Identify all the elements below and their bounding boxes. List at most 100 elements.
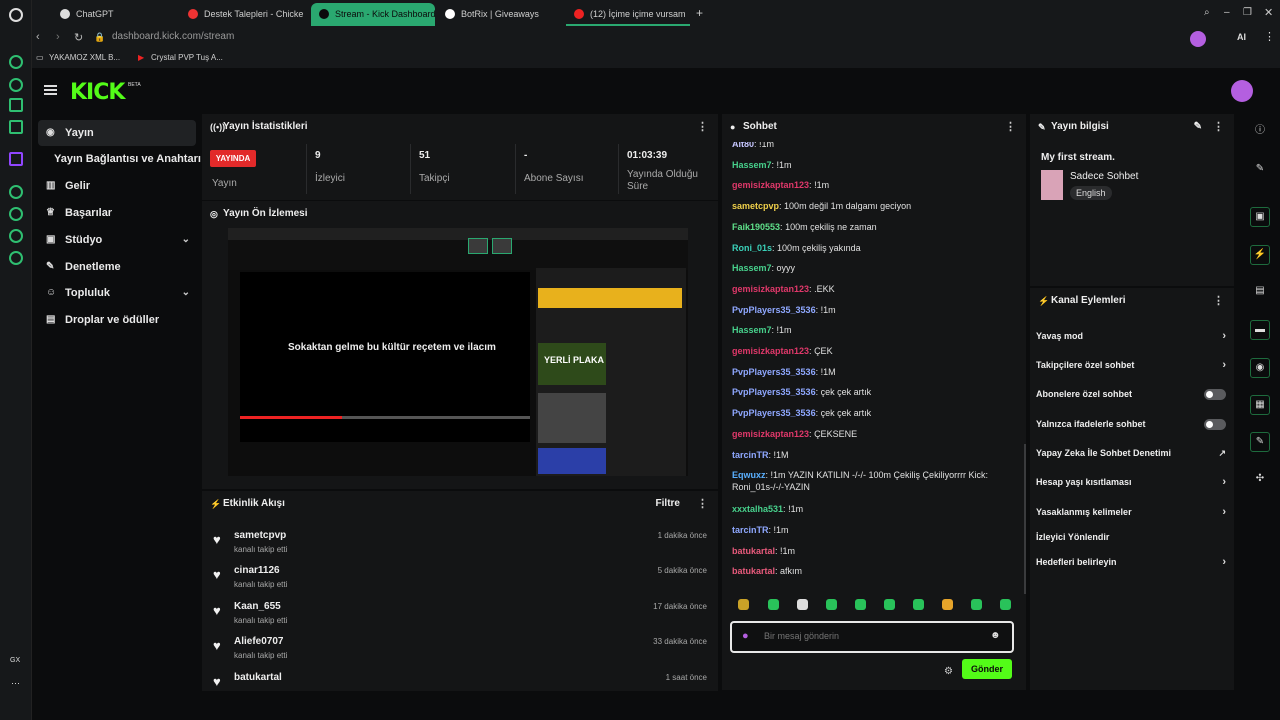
emote-icon[interactable]: [942, 599, 953, 610]
chat-username[interactable]: PvpPlayers35_3536: [732, 305, 816, 315]
emote-icon[interactable]: [884, 599, 895, 610]
emote-icon[interactable]: [913, 599, 924, 610]
minimize-icon[interactable]: –: [1224, 7, 1230, 18]
chat-username[interactable]: Hassem7: [732, 160, 772, 170]
chat-username[interactable]: gemisizkaptan123: [732, 346, 809, 356]
emote-icon[interactable]: [768, 599, 779, 610]
action-account-age[interactable]: Hesap yaşı kısıtlaması ›: [1036, 470, 1228, 494]
bookmark-crystal[interactable]: Crystal PVP Tuş A...: [151, 53, 223, 62]
kebab-menu-icon[interactable]: ⋮: [697, 491, 708, 517]
profile-avatar[interactable]: [1190, 31, 1206, 47]
preview-overlay-button[interactable]: [468, 238, 488, 254]
play-sidebar-icon[interactable]: [9, 185, 23, 199]
pencil-icon[interactable]: ✎: [1250, 160, 1270, 180]
info-icon[interactable]: ⓘ: [1250, 122, 1270, 142]
search-icon[interactable]: ⌕: [1204, 7, 1210, 18]
chat-username[interactable]: Ait80: [732, 142, 754, 149]
chat-username[interactable]: batukartal: [732, 566, 775, 576]
twitch-sidebar-icon[interactable]: [9, 152, 23, 166]
nav-item-basarilar[interactable]: ♕ Başarılar: [38, 200, 196, 226]
chat-username[interactable]: xxxtalha531: [732, 504, 783, 514]
music-sidebar-icon[interactable]: [9, 120, 23, 134]
chat-username[interactable]: Hassem7: [732, 325, 772, 335]
app-sidebar-icon[interactable]: [9, 98, 23, 112]
chat-username[interactable]: PvpPlayers35_3536: [732, 367, 816, 377]
nav-item-topluluk[interactable]: ☺ Topluluk ⌄: [38, 280, 196, 306]
tab-youtube[interactable]: (12) İçime içime vursam: [566, 3, 690, 26]
chat-username[interactable]: tarcinTR: [732, 450, 769, 460]
chatgpt-sidebar-icon[interactable]: [9, 55, 23, 69]
kebab-menu-icon[interactable]: ⋮: [1213, 288, 1224, 314]
integrations-icon[interactable]: ✣: [1250, 470, 1270, 490]
emoji-icon[interactable]: ☻: [990, 630, 1001, 641]
emote-icon[interactable]: [738, 599, 749, 610]
user-avatar[interactable]: [1231, 80, 1253, 102]
chat-username[interactable]: gemisizkaptan123: [732, 429, 809, 439]
tab-chatgpt[interactable]: ChatGPT: [52, 3, 176, 26]
chat-username[interactable]: Faik190553: [732, 222, 780, 232]
new-tab-icon[interactable]: +: [696, 6, 703, 20]
kebab-menu-icon[interactable]: ⋮: [697, 114, 708, 140]
back-icon[interactable]: ‹: [36, 31, 40, 43]
action-followers-only[interactable]: Takipçilere özel sohbet ›: [1036, 353, 1228, 377]
chat-input[interactable]: [764, 631, 984, 641]
tab-botrix[interactable]: BotRix | Giveaways: [437, 3, 561, 26]
chat-username[interactable]: tarcinTR: [732, 525, 769, 535]
emote-icon[interactable]: [1000, 599, 1011, 610]
preview-overlay-button-2[interactable]: [492, 238, 512, 254]
hamburger-menu-icon[interactable]: [44, 85, 57, 95]
chat-scrollbar[interactable]: [1024, 444, 1026, 594]
kebab-menu-icon[interactable]: ⋮: [1213, 114, 1224, 140]
more-icon[interactable]: ⋯: [11, 678, 20, 689]
chat-username[interactable]: Roni_01s: [732, 243, 772, 253]
toggle-switch[interactable]: [1204, 419, 1226, 430]
nav-item-studyo[interactable]: ▣ Stüdyo ⌄: [38, 227, 196, 253]
emote-icon[interactable]: [855, 599, 866, 610]
loading-icon[interactable]: ↻: [74, 31, 83, 44]
broadcast-icon[interactable]: ◉: [1250, 358, 1270, 378]
tab-destek[interactable]: Destek Talepleri - Chicken: [180, 3, 304, 26]
chat-username[interactable]: sametcpvp: [732, 201, 779, 211]
chat-username[interactable]: gemisizkaptan123: [732, 284, 809, 294]
filter-button[interactable]: Filtre: [656, 491, 680, 517]
nav-item-droplar[interactable]: ▤ Droplar ve ödüller: [38, 307, 196, 333]
edit-icon[interactable]: ✎: [1194, 114, 1202, 140]
document-icon[interactable]: ▤: [1250, 282, 1270, 302]
chat-bubble-icon[interactable]: ▬: [1250, 320, 1270, 340]
chat-input-box[interactable]: ● ☻: [730, 621, 1014, 653]
messenger-sidebar-icon[interactable]: [9, 78, 23, 92]
action-slow-mode[interactable]: Yavaş mod ›: [1036, 324, 1228, 348]
kick-logo[interactable]: KICK: [70, 80, 125, 105]
action-emotes-only[interactable]: Yalnızca ifadelerle sohbet: [1036, 412, 1228, 436]
action-subscribers-only[interactable]: Abonelere özel sohbet: [1036, 382, 1228, 406]
settings-sidebar-icon[interactable]: [9, 251, 23, 265]
history-sidebar-icon[interactable]: [9, 207, 23, 221]
chat-username[interactable]: PvpPlayers35_3536: [732, 387, 816, 397]
close-icon[interactable]: ✕: [1264, 6, 1273, 19]
menu-icon[interactable]: ⋮: [1264, 30, 1275, 43]
action-banned-words[interactable]: Yasaklanmış kelimeler ›: [1036, 500, 1228, 524]
action-raid[interactable]: İzleyici Yönlendir: [1036, 525, 1228, 549]
nav-item-gelir[interactable]: ▥ Gelir: [38, 173, 196, 199]
extensions-sidebar-icon[interactable]: [9, 229, 23, 243]
toggle-switch[interactable]: [1204, 389, 1226, 400]
kebab-menu-icon[interactable]: ⋮: [1005, 114, 1016, 140]
chat-username[interactable]: Eqwuxz: [732, 470, 766, 480]
emote-icon[interactable]: [971, 599, 982, 610]
send-button[interactable]: Gönder: [962, 659, 1012, 679]
forward-icon[interactable]: ›: [56, 31, 60, 43]
wrench-icon[interactable]: ✎: [1250, 432, 1270, 452]
emote-icon[interactable]: [826, 599, 837, 610]
bookmark-yakamoz[interactable]: YAKAMOZ XML B...: [49, 53, 120, 62]
chat-username[interactable]: Hassem7: [732, 263, 772, 273]
restore-icon[interactable]: ❐: [1243, 7, 1252, 18]
chat-username[interactable]: batukartal: [732, 546, 775, 556]
stream-preview-video[interactable]: Sokaktan gelme bu kültür reçetem ve ilac…: [228, 228, 688, 476]
activity-icon[interactable]: ▦: [1250, 395, 1270, 415]
action-ai-moderation[interactable]: Yapay Zeka İle Sohbet Denetimi ↗: [1036, 441, 1228, 465]
bolt-icon[interactable]: ⚡: [1250, 245, 1270, 265]
chat-settings-icon[interactable]: ⚙: [944, 666, 953, 677]
action-goals[interactable]: Hedefleri belirleyin ›: [1036, 550, 1228, 574]
emote-icon[interactable]: [797, 599, 808, 610]
nav-item-stream-key[interactable]: Yayın Bağlantısı ve Anahtarı: [38, 146, 206, 172]
